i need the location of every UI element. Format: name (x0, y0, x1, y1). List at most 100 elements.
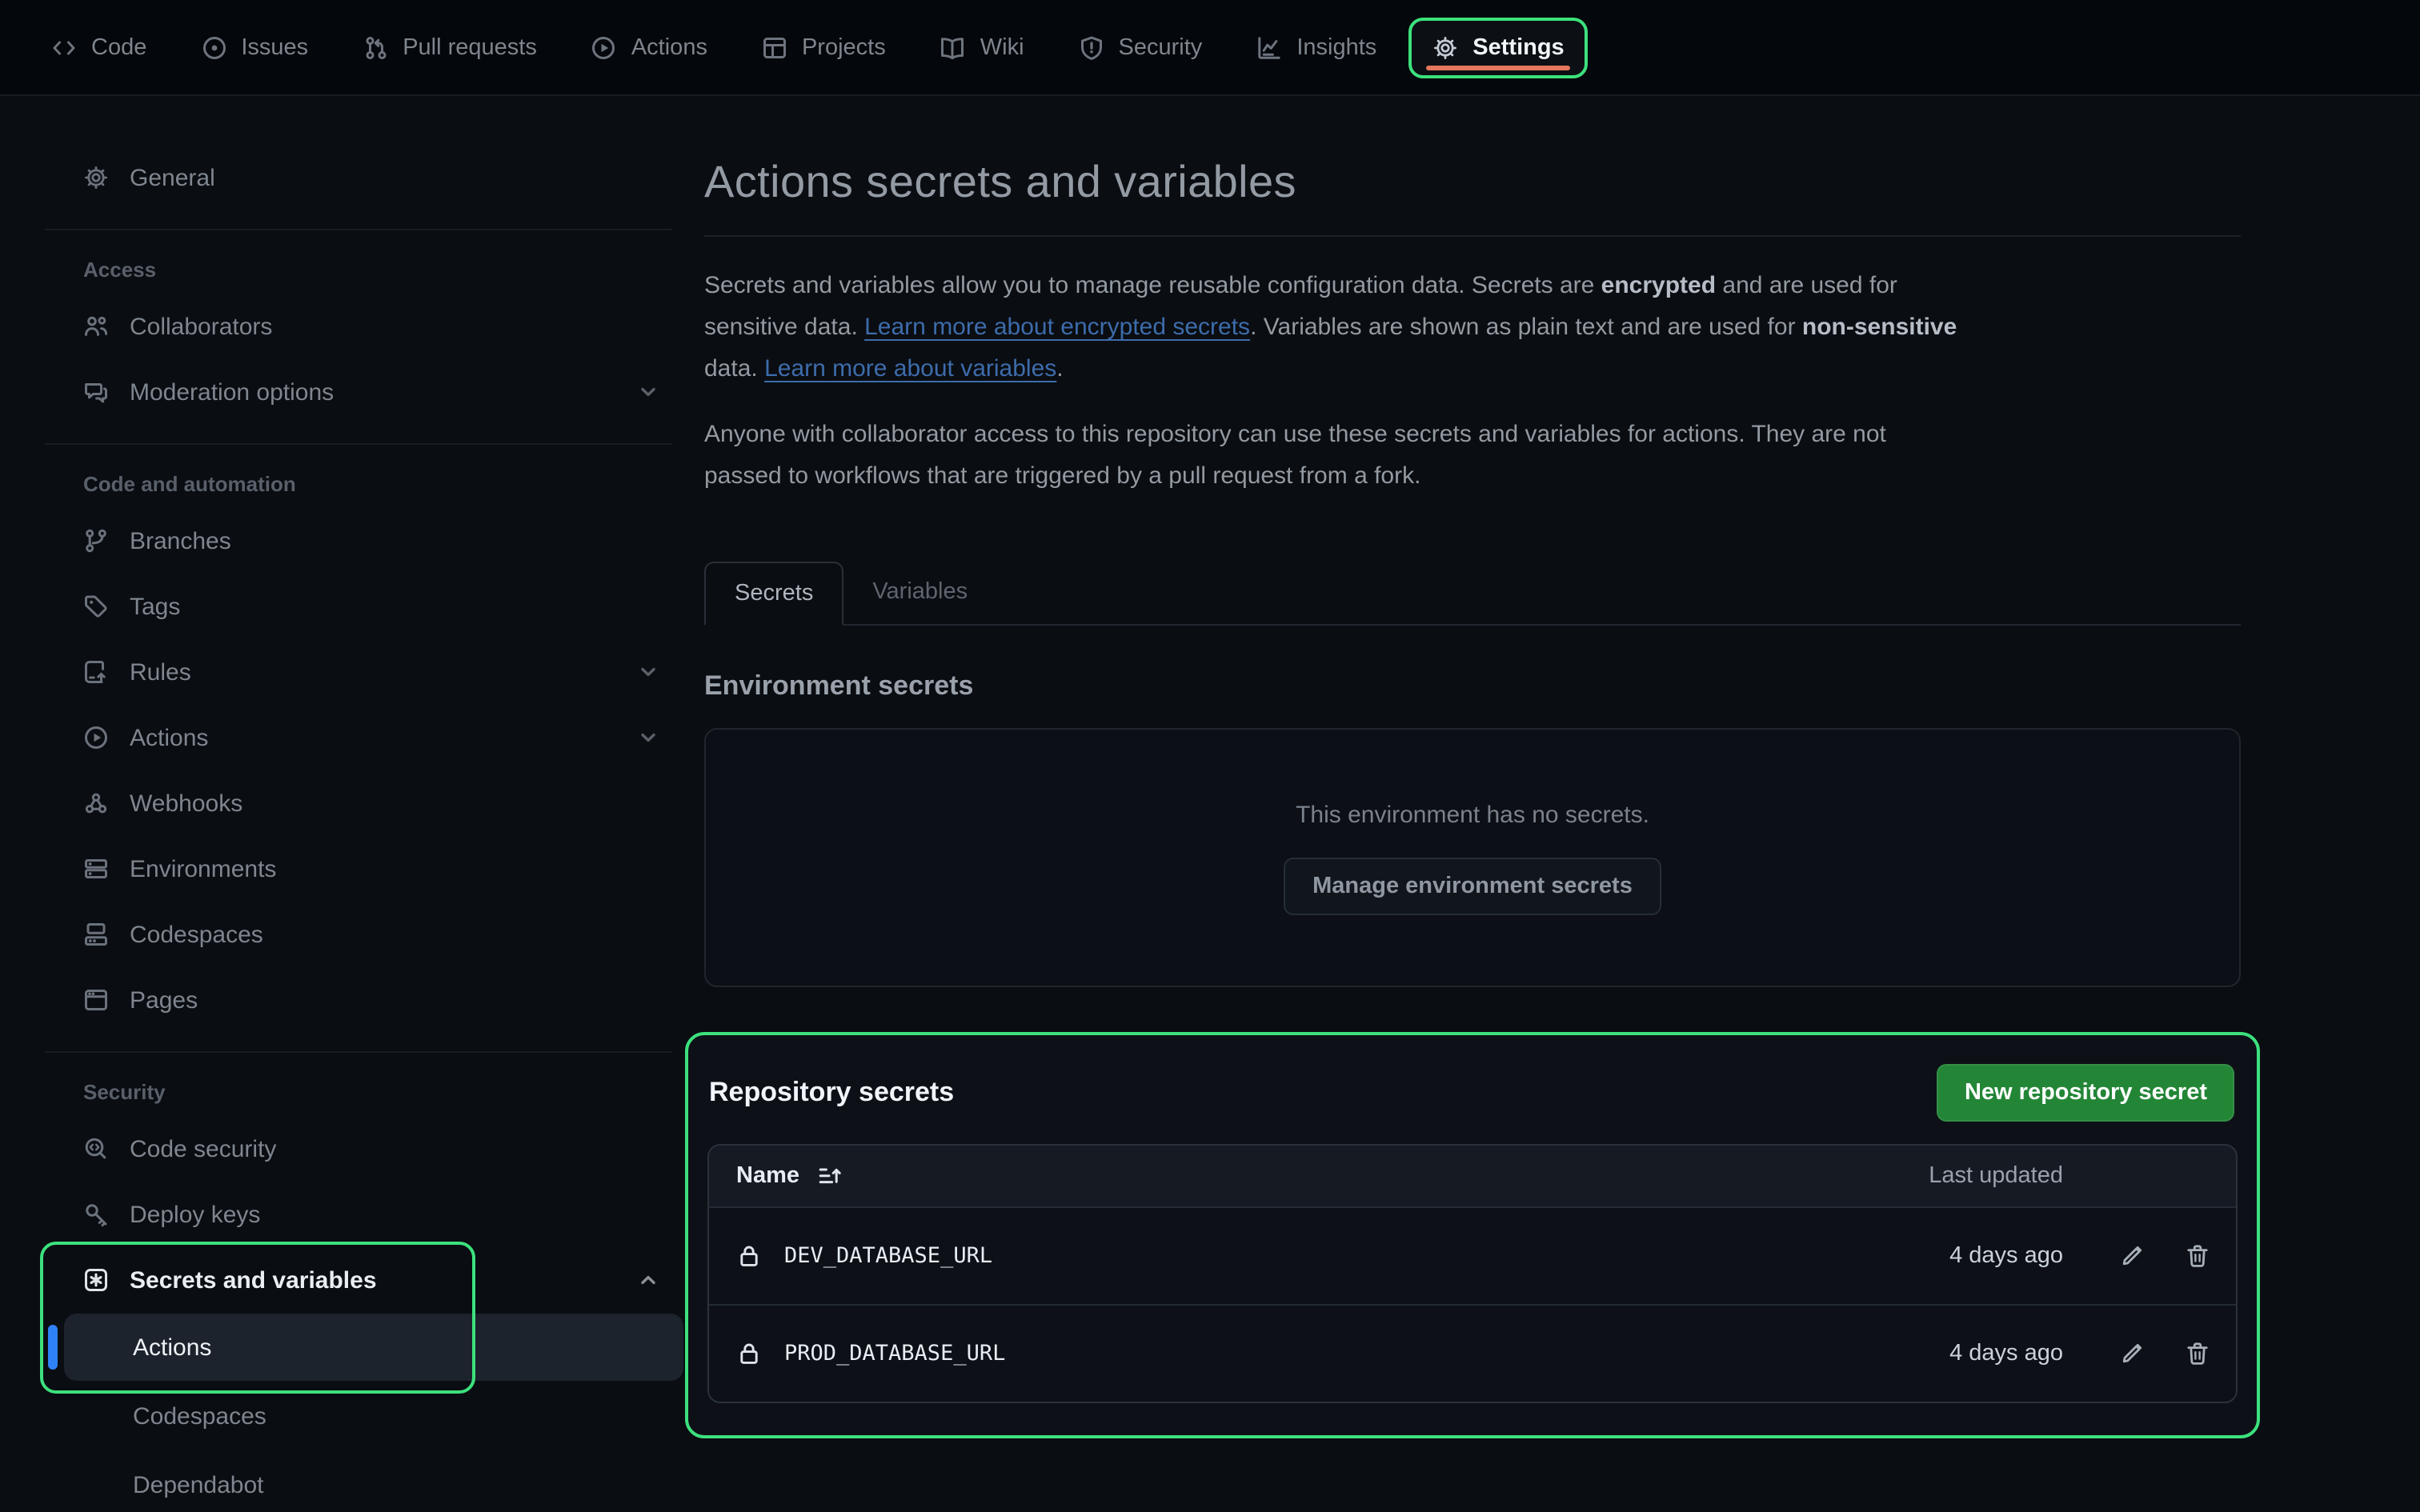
sidebar-section-header-access: Access (0, 243, 698, 293)
nav-item-settings[interactable]: Settings (1408, 17, 1588, 78)
nav-item-label: Insights (1296, 34, 1376, 60)
sidebar-subitem-label: Actions (133, 1334, 211, 1361)
sort-ascending-icon (815, 1163, 841, 1189)
book-icon (940, 34, 966, 60)
edit-secret-button[interactable] (2119, 1341, 2145, 1366)
lock-icon (736, 1243, 762, 1269)
secret-table-row: PROD_DATABASE_URL4 days ago (709, 1304, 2236, 1402)
chevron-down-icon (635, 379, 661, 405)
sidebar-item-secrets-and-variables[interactable]: Secrets and variables (64, 1248, 683, 1312)
sidebar-item-environments[interactable]: Environments (64, 837, 683, 901)
sidebar-section-header-code-and-automation: Code and automation (0, 458, 698, 507)
repository-secrets-table: Name Last updated DEV_DATABASE_URL 4 days… (707, 1144, 2238, 1403)
browser-icon (83, 987, 109, 1013)
people-icon (83, 314, 109, 339)
nav-item-label: Actions (631, 34, 707, 60)
git-branch-icon (83, 528, 109, 554)
play-icon (83, 725, 109, 750)
nav-item-projects[interactable]: Projects (739, 17, 908, 78)
sidebar-item-rules[interactable]: Rules (64, 640, 683, 704)
shield-icon (1079, 34, 1104, 60)
environment-secrets-title: Environment secrets (704, 670, 2241, 702)
sidebar-item-label: Code security (130, 1135, 276, 1162)
nav-item-pull-requests[interactable]: Pull requests (340, 17, 559, 78)
name-column-header[interactable]: Name (709, 1163, 1874, 1189)
secret-last-updated: 4 days ago (1874, 1243, 2063, 1269)
sidebar-section-header-security: Security (0, 1066, 698, 1115)
sidebar-subitem-codespaces[interactable]: Codespaces (64, 1382, 683, 1450)
sidebar-item-actions[interactable]: Actions (64, 706, 683, 770)
link-learn-more-about-variables[interactable]: Learn more about variables (764, 355, 1056, 382)
pull-request-icon (363, 34, 388, 60)
nav-item-issues[interactable]: Issues (178, 17, 331, 78)
secrets-and-variables-annotated-group: Secrets and variables Actions Codespaces De… (0, 1248, 698, 1512)
sidebar-subitem-actions[interactable]: Actions (64, 1314, 683, 1381)
sidebar-subitem-label: Codespaces (133, 1402, 266, 1430)
secrets-variables-tabnav: SecretsVariables (704, 562, 2241, 626)
sidebar-item-moderation-options[interactable]: Moderation options (64, 360, 683, 424)
gear-icon (1432, 34, 1458, 60)
new-repository-secret-button[interactable]: New repository secret (1937, 1064, 2234, 1122)
sidebar-item-label: Rules (130, 658, 191, 686)
sidebar-item-label: Codespaces (130, 921, 263, 948)
sidebar-item-label: Deploy keys (130, 1201, 260, 1228)
delete-secret-button[interactable] (2185, 1341, 2210, 1366)
nav-item-label: Settings (1472, 34, 1564, 60)
delete-secret-button[interactable] (2185, 1243, 2210, 1269)
sidebar-item-label: Pages (130, 986, 198, 1014)
repository-secrets-title: Repository secrets (709, 1077, 954, 1109)
title-divider (704, 235, 2241, 237)
environment-secrets-empty-message: This environment has no secrets. (1296, 801, 1649, 828)
nav-item-label: Wiki (980, 34, 1024, 60)
codespaces-icon (83, 922, 109, 947)
sidebar-subitem-dependabot[interactable]: Dependabot (64, 1451, 683, 1512)
tab-variables[interactable]: Variables (843, 562, 996, 624)
nav-item-actions[interactable]: Actions (569, 17, 730, 78)
sidebar-item-codespaces[interactable]: Codespaces (64, 902, 683, 966)
server-icon (83, 856, 109, 882)
emphasis-text: non-sensitive (1802, 314, 1957, 341)
settings-sidebar: General Access Collaborators Moderation opt… (0, 96, 698, 1512)
chevron-down-icon (635, 725, 661, 750)
sidebar-item-collaborators[interactable]: Collaborators (64, 294, 683, 358)
nav-item-code[interactable]: Code (29, 17, 169, 78)
nav-item-wiki[interactable]: Wiki (918, 17, 1047, 78)
gear-icon (83, 165, 109, 190)
settings-main: Actions secrets and variables Secrets an… (704, 96, 2241, 1438)
key-asterisk-icon (83, 1267, 109, 1293)
last-updated-column-header: Last updated (1874, 1163, 2063, 1189)
sidebar-divider (45, 1051, 672, 1053)
edit-secret-button[interactable] (2119, 1243, 2145, 1269)
code-icon (51, 34, 77, 60)
tab-secrets[interactable]: Secrets (704, 562, 843, 626)
secret-name-cell: DEV_DATABASE_URL (709, 1243, 1874, 1269)
sidebar-item-label: Tags (130, 593, 180, 620)
nav-item-security[interactable]: Security (1056, 17, 1225, 78)
link-learn-more-about-encrypted-secrets[interactable]: Learn more about encrypted secrets (864, 314, 1250, 341)
repository-secrets-card: Repository secrets New repository secret… (685, 1032, 2260, 1438)
settings-layout: General Access Collaborators Moderation opt… (0, 96, 2420, 1512)
repo-topnav: CodeIssuesPull requests Actions Projects Wi… (0, 0, 2420, 96)
sidebar-item-webhooks[interactable]: Webhooks (64, 771, 683, 835)
graph-icon (1256, 34, 1282, 60)
manage-environment-secrets-button[interactable]: Manage environment secrets (1284, 857, 1661, 914)
secret-name: DEV_DATABASE_URL (784, 1243, 992, 1269)
fork-note-paragraph: Anyone with collaborator access to this … (704, 414, 2241, 498)
comment-discussion-icon (83, 379, 109, 405)
secret-last-updated: 4 days ago (1874, 1341, 2063, 1366)
sidebar-item-code-security[interactable]: Code security (64, 1117, 683, 1181)
sidebar-item-label: Secrets and variables (130, 1266, 377, 1294)
nav-item-insights[interactable]: Insights (1234, 17, 1399, 78)
sidebar-item-label: Collaborators (130, 313, 272, 340)
sidebar-item-pages[interactable]: Pages (64, 968, 683, 1032)
sidebar-item-general[interactable]: General (64, 146, 683, 210)
environment-secrets-empty-box: This environment has no secrets. Manage … (704, 728, 2241, 987)
page-title: Actions secrets and variables (704, 157, 2241, 208)
tag-icon (83, 594, 109, 619)
sidebar-item-tags[interactable]: Tags (64, 574, 683, 638)
sidebar-item-deploy-keys[interactable]: Deploy keys (64, 1182, 683, 1246)
intro-paragraph: Secrets and variables allow you to manag… (704, 266, 2241, 390)
issue-icon (201, 34, 226, 60)
sidebar-item-branches[interactable]: Branches (64, 509, 683, 573)
project-icon (762, 34, 787, 60)
